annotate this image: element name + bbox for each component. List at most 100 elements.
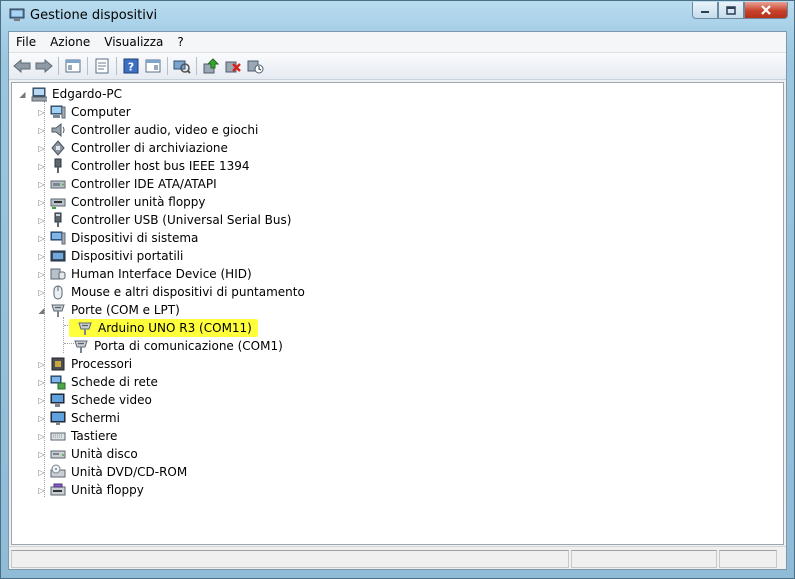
close-button[interactable] [744,2,788,19]
tree-item-label: Computer [71,105,131,119]
tree-root[interactable]: ◢ Edgardo-PC [18,85,124,103]
hid-icon [50,266,66,282]
tree-item-label: Controller di archiviazione [71,141,228,155]
tree-item-label: Unità DVD/CD-ROM [71,465,188,479]
menu-view[interactable]: Visualizza [97,35,170,49]
tree-item-label: Controller USB (Universal Serial Bus) [71,213,292,227]
expand-arrow-icon[interactable]: ▷ [37,198,46,207]
disk-drive-icon [50,446,66,462]
tree-item-label: Schermi [71,411,120,425]
tree-item-speaker[interactable]: ▷ Controller audio, video e giochi [37,121,260,139]
collapse-arrow-icon[interactable]: ◢ [18,90,27,99]
title-bar[interactable]: Gestione dispositivi [1,1,794,31]
tree-item-label: Controller host bus IEEE 1394 [71,159,250,173]
device-tree[interactable]: ◢ Edgardo-PC ▷ Computer ▷ Controller audio,… [11,82,784,545]
expand-arrow-icon[interactable]: ▷ [37,486,46,495]
help-icon[interactable]: ? [120,55,142,77]
minimize-button[interactable] [692,2,718,19]
menu-help[interactable]: ? [170,35,190,49]
tree-item-display-adapter[interactable]: ▷ Schede video [37,391,154,409]
processor-icon [50,356,66,372]
tree-item-label: Mouse e altri dispositivi di puntamento [71,285,305,299]
back-icon[interactable] [11,55,33,77]
firewire-icon [50,158,66,174]
expand-arrow-icon[interactable]: ▷ [37,360,46,369]
usb-icon [50,212,66,228]
floppy-controller-icon [50,194,66,210]
keyboard-icon [50,428,66,444]
expand-arrow-icon[interactable]: ▷ [37,450,46,459]
tree-item-computer[interactable]: ▷ Computer [37,103,133,121]
tree-item-firewire[interactable]: ▷ Controller host bus IEEE 1394 [37,157,252,175]
tree-item-label: Controller unità floppy [71,195,206,209]
expand-arrow-icon[interactable]: ▷ [37,414,46,423]
tree-item-label: Unità disco [71,447,138,461]
expand-arrow-icon[interactable]: ▷ [37,270,46,279]
tree-item-label: Processori [71,357,133,371]
tree-item-port[interactable]: ◢ Porte (COM e LPT) [37,301,182,319]
expand-arrow-icon[interactable]: ▷ [37,288,46,297]
expand-arrow-icon[interactable]: ▷ [37,432,46,441]
floppy-icon [50,482,66,498]
disable-device-icon[interactable] [244,55,266,77]
tree-item-network-adapter[interactable]: ▷ Schede di rete [37,373,160,391]
collapse-arrow-icon[interactable]: ◢ [37,306,46,315]
tree-item-usb[interactable]: ▷ Controller USB (Universal Serial Bus) [37,211,293,229]
expand-arrow-icon[interactable]: ▷ [37,108,46,117]
tree-item-ide[interactable]: ▷ Controller IDE ATA/ATAPI [37,175,219,193]
scan-hardware-icon[interactable] [171,55,193,77]
show-hide-console-tree-icon[interactable] [62,55,84,77]
expand-arrow-icon[interactable]: ▷ [37,234,46,243]
forward-icon[interactable] [33,55,55,77]
tree-item-keyboard[interactable]: ▷ Tastiere [37,427,119,445]
expand-arrow-icon[interactable]: ▷ [37,252,46,261]
tree-item-storage[interactable]: ▷ Controller di archiviazione [37,139,230,157]
tree-item-system-device[interactable]: ▷ Dispositivi di sistema [37,229,200,247]
maximize-button[interactable] [718,2,744,19]
tree-child-device[interactable]: Arduino UNO R3 (COM11) [69,319,258,337]
ide-icon [50,176,66,192]
tree-item-hid[interactable]: ▷ Human Interface Device (HID) [37,265,254,283]
tree-item-label: Controller audio, video e giochi [71,123,259,137]
tree-item-label: Dispositivi di sistema [71,231,199,245]
menu-action[interactable]: Azione [43,35,97,49]
speaker-icon [50,122,66,138]
show-action-pane-icon[interactable] [142,55,164,77]
status-bar [9,546,786,569]
tree-item-label: Dispositivi portatili [71,249,184,263]
tree-item-mouse[interactable]: ▷ Mouse e altri dispositivi di puntamento [37,283,307,301]
window-title: Gestione dispositivi [30,8,158,23]
expand-arrow-icon[interactable]: ▷ [37,396,46,405]
tree-item-processor[interactable]: ▷ Processori [37,355,134,373]
tree-item-portable-device[interactable]: ▷ Dispositivi portatili [37,247,185,265]
tree-item-disk-drive[interactable]: ▷ Unità disco [37,445,140,463]
tree-item-floppy[interactable]: ▷ Unità floppy [37,481,146,499]
tree-item-floppy-controller[interactable]: ▷ Controller unità floppy [37,193,208,211]
expand-arrow-icon[interactable]: ▷ [37,378,46,387]
update-driver-icon[interactable] [200,55,222,77]
port-icon [50,302,66,318]
mouse-icon [50,284,66,300]
expand-arrow-icon[interactable]: ▷ [37,468,46,477]
tree-child-device[interactable]: Porta di comunicazione (COM1) [69,337,285,355]
uninstall-icon[interactable] [222,55,244,77]
computer-icon [31,86,47,102]
expand-arrow-icon[interactable]: ▷ [37,180,46,189]
properties-icon[interactable] [91,55,113,77]
computer-icon [50,104,66,120]
tree-item-label: Schede video [71,393,152,407]
port-icon [77,320,93,336]
expand-arrow-icon[interactable]: ▷ [37,126,46,135]
portable-device-icon [50,248,66,264]
tree-item-dvd[interactable]: ▷ Unità DVD/CD-ROM [37,463,189,481]
tree-item-label: Controller IDE ATA/ATAPI [71,177,217,191]
expand-arrow-icon[interactable]: ▷ [37,162,46,171]
system-device-icon [50,230,66,246]
svg-text:?: ? [128,61,134,74]
network-adapter-icon [50,374,66,390]
tree-item-monitor[interactable]: ▷ Schermi [37,409,122,427]
expand-arrow-icon[interactable]: ▷ [37,216,46,225]
menu-file[interactable]: File [9,35,43,49]
expand-arrow-icon[interactable]: ▷ [37,144,46,153]
tree-item-label: Tastiere [71,429,118,443]
